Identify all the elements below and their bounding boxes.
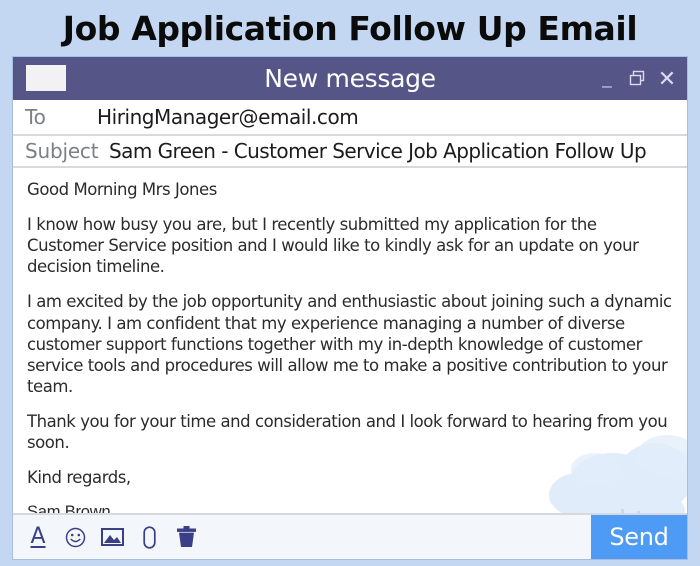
subject-input[interactable]: Sam Green - Customer Service Job Applica… <box>109 139 647 163</box>
compose-toolbar: A Send <box>13 515 687 559</box>
subject-field-row[interactable]: Subject Sam Green - Customer Service Job… <box>13 136 687 168</box>
page-title: Job Application Follow Up Email <box>62 8 638 48</box>
minimize-icon[interactable]: _ <box>597 67 617 90</box>
to-input[interactable]: HiringManager@email.com <box>97 105 359 129</box>
delete-icon[interactable] <box>173 524 199 550</box>
message-body[interactable]: Good Morning Mrs Jones I know how busy y… <box>13 168 687 515</box>
send-button[interactable]: Send <box>591 515 687 559</box>
body-sign-off: Kind regards, <box>27 468 131 488</box>
attachment-icon[interactable] <box>136 524 162 550</box>
signature-block: Sam Brown sam.brown@email.com phone numb… <box>27 502 673 515</box>
toolbar-icon-group: A <box>25 524 199 550</box>
body-greeting: Good Morning Mrs Jones <box>27 180 217 199</box>
signature-name: Sam Brown <box>27 503 111 515</box>
to-field-row[interactable]: To HiringManager@email.com <box>13 100 687 136</box>
restore-icon[interactable] <box>627 69 647 89</box>
window-controls: _ ✕ <box>597 57 677 100</box>
close-icon[interactable]: ✕ <box>657 67 677 89</box>
body-paragraph-3: Thank you for your time and consideratio… <box>27 411 668 453</box>
window-title: New message <box>264 64 436 93</box>
subject-label: Subject <box>25 139 99 163</box>
to-label: To <box>25 105 46 129</box>
body-paragraph-2: I am excited by the job opportunity and … <box>27 292 672 396</box>
email-compose-window: New message _ ✕ To HiringManager@email.c… <box>13 57 687 559</box>
emoji-icon[interactable] <box>62 524 88 550</box>
insert-image-icon[interactable] <box>99 524 125 550</box>
format-text-icon[interactable]: A <box>25 524 51 550</box>
body-paragraph-1: I know how busy you are, but I recently … <box>27 215 639 277</box>
window-titlebar: New message _ ✕ <box>13 57 687 100</box>
app-icon <box>26 65 66 91</box>
